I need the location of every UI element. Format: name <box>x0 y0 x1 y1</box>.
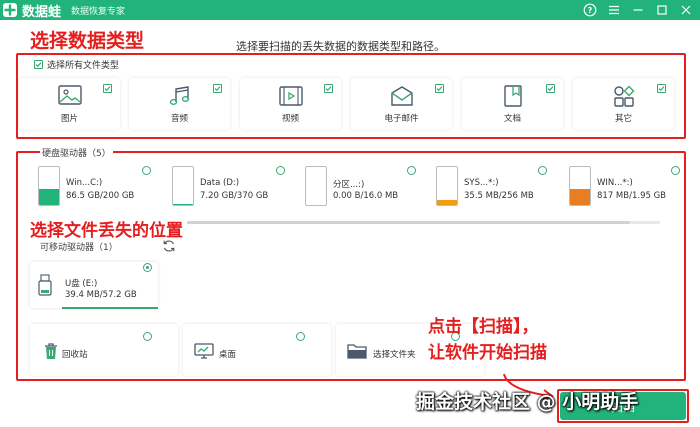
drive-size: 39.4 MB/57.2 GB <box>65 290 137 300</box>
music-icon <box>169 86 189 105</box>
svg-text:?: ? <box>588 6 593 15</box>
checkbox[interactable] <box>657 84 666 93</box>
drive-name: Win...C:) <box>66 178 103 188</box>
drive-usage-bar <box>39 188 59 205</box>
drive-usage-bar <box>173 204 193 205</box>
type-card-other[interactable]: 其它 <box>573 78 674 130</box>
select-all-label: 选择所有文件类型 <box>47 61 120 71</box>
app-logo-icon <box>0 0 20 20</box>
drive-card-c[interactable]: Win...C:) 86.5 GB/200 GB <box>30 160 161 212</box>
drive-name: SYS...*:) <box>464 178 499 188</box>
document-icon <box>503 85 522 107</box>
drive-size: 7.20 GB/370 GB <box>200 191 269 201</box>
type-label: 电子邮件 <box>384 114 419 124</box>
desktop-icon <box>194 343 214 359</box>
drive-name: 分区...:) <box>333 180 365 190</box>
annotation-line: 点击【扫描】， <box>428 317 539 337</box>
location-label: 回收站 <box>62 350 88 360</box>
drive-radio[interactable] <box>538 166 547 175</box>
drive-size: 0.00 B/16.0 MB <box>333 191 399 201</box>
drive-card-d[interactable]: Data (D:) 7.20 GB/370 GB <box>164 160 295 212</box>
drive-radio[interactable] <box>143 263 152 272</box>
annotation-click-scan: 点击【扫描】， 让软件开始扫描 <box>428 314 547 366</box>
location-label: 选择文件夹 <box>373 350 416 360</box>
close-icon[interactable] <box>678 2 694 18</box>
drive-usage-bar <box>437 199 457 205</box>
type-label: 音频 <box>170 114 188 124</box>
type-label: 其它 <box>614 114 632 124</box>
drive-size: 35.5 MB/256 MB <box>464 191 534 201</box>
checkbox[interactable] <box>103 84 112 93</box>
location-card-recycle-bin[interactable]: 回收站 <box>30 324 178 376</box>
video-icon <box>278 86 303 106</box>
title-bar: 数据蛙 数据恢复专家 ? <box>0 0 700 20</box>
drive-radio[interactable] <box>407 166 416 175</box>
drive-radio[interactable] <box>276 166 285 175</box>
type-label: 视频 <box>281 114 299 124</box>
usb-drive-icon <box>38 274 52 300</box>
minimize-icon[interactable] <box>630 2 646 18</box>
drive-icon <box>436 166 458 206</box>
drive-card-partition[interactable]: 分区...:) 0.00 B/16.0 MB <box>297 160 428 212</box>
other-icon <box>613 85 634 107</box>
type-card-audio[interactable]: 音频 <box>129 78 230 130</box>
checkbox[interactable] <box>213 84 222 93</box>
checkbox[interactable] <box>324 84 333 93</box>
location-card-desktop[interactable]: 桌面 <box>183 324 331 376</box>
selected-indicator <box>62 307 158 309</box>
type-card-image[interactable]: 图片 <box>19 78 120 130</box>
drive-name: WIN...*:) <box>597 178 633 188</box>
type-card-document[interactable]: 文档 <box>462 78 563 130</box>
type-card-email[interactable]: 电子邮件 <box>351 78 452 130</box>
drive-icon <box>38 166 60 206</box>
menu-icon[interactable] <box>606 2 622 18</box>
drive-card-win[interactable]: WIN...*:) 817 MB/1.95 GB <box>561 160 692 212</box>
checkbox[interactable] <box>435 84 444 93</box>
drive-radio[interactable] <box>142 166 151 175</box>
drive-icon <box>569 166 591 206</box>
annotation-select-types: 选择数据类型 <box>30 30 145 52</box>
drive-icon <box>305 166 327 206</box>
type-card-video[interactable]: 视频 <box>240 78 341 130</box>
location-label: 桌面 <box>219 350 237 360</box>
select-all-checkbox[interactable]: 选择所有文件类型 <box>34 58 119 71</box>
recycle-bin-icon <box>45 343 57 359</box>
checkbox[interactable] <box>546 84 555 93</box>
annotation-line: 让软件开始扫描 <box>428 343 547 363</box>
app-name: 数据蛙 <box>22 4 62 20</box>
drive-radio[interactable] <box>671 166 680 175</box>
checkbox[interactable] <box>34 60 43 69</box>
location-radio[interactable] <box>296 332 305 341</box>
drive-name: Data (D:) <box>200 178 240 188</box>
drive-name: U盘 (E:) <box>65 279 98 289</box>
drive-card-sys[interactable]: SYS...*:) 35.5 MB/256 MB <box>428 160 559 212</box>
removable-card-e[interactable]: U盘 (E:) 39.4 MB/57.2 GB <box>30 262 158 309</box>
folder-icon <box>347 344 367 359</box>
location-radio[interactable] <box>143 332 152 341</box>
removable-label: 可移动驱动器（1） <box>40 243 118 253</box>
help-icon[interactable]: ? <box>582 2 598 18</box>
drive-size: 817 MB/1.95 GB <box>597 191 667 201</box>
image-icon <box>57 85 82 105</box>
watermark-text: 掘金技术社区 @ 小明助手 <box>416 391 639 413</box>
instruction-text: 选择要扫描的丢失数据的数据类型和路径。 <box>236 40 445 53</box>
drive-size: 86.5 GB/200 GB <box>66 191 135 201</box>
type-label: 文档 <box>503 114 521 124</box>
maximize-icon[interactable] <box>654 2 670 18</box>
email-icon <box>390 86 413 106</box>
app-subtitle: 数据恢复专家 <box>71 6 126 17</box>
type-label: 图片 <box>60 114 78 124</box>
drive-usage-bar <box>570 189 590 205</box>
drive-icon <box>172 166 194 206</box>
hard-drives-label: 硬盘驱动器（5） <box>40 146 113 159</box>
refresh-icon[interactable] <box>162 238 176 257</box>
